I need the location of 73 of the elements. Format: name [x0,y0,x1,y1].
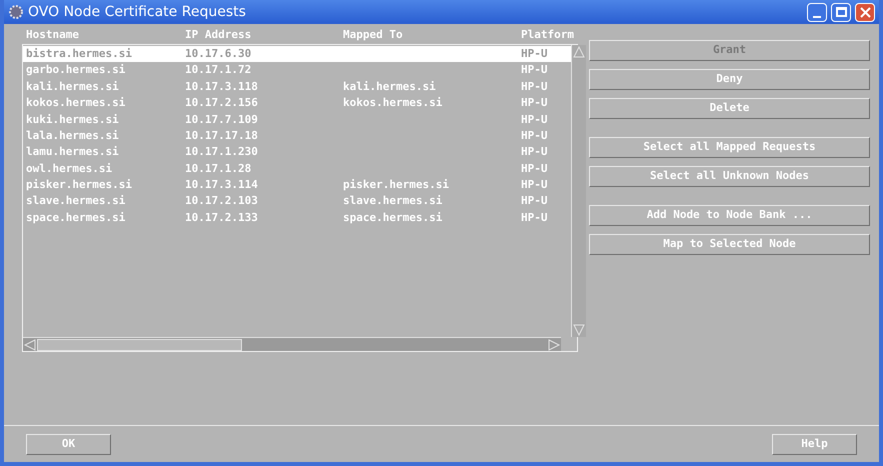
action-button[interactable]: Select all Unknown Nodes [589,166,870,187]
table-cell: space.hermes.si [343,210,442,224]
table-cell: 10.17.6.30 [185,46,252,60]
table-cell: HP-U [521,145,548,158]
action-button[interactable]: Delete [589,98,870,119]
table-cell: 10.17.7.109 [185,112,258,126]
help-button[interactable]: Help [772,434,857,454]
scroll-thumb[interactable] [37,338,242,350]
column-header: Mapped To [343,26,404,43]
close-icon [860,6,870,18]
action-button[interactable]: Deny [589,69,870,90]
table-cell: kuki.hermes.si [26,112,119,126]
table-cell: slave.hermes.si [26,194,126,208]
table-cell: HP-U [521,194,548,208]
table-cell: kokos.hermes.si [343,96,442,110]
table-row[interactable]: kuki.hermes.si 10.17.7.109 HP-U [23,112,571,128]
table-cell: HP-U [521,80,548,93]
table-cell: pisker.hermes.si [343,178,449,192]
table-row[interactable]: pisker.hermes.si 10.17.3.114 pisker.hermes.si HP-U [23,177,571,194]
down-arrow-icon [572,323,586,337]
table-row[interactable]: bistra.hermes.si 10.17.6.30 HP-U [23,46,571,62]
table-cell: bistra.hermes.si [26,46,132,60]
table-cell: 10.17.1.28 [185,162,252,175]
vertical-scrollbar[interactable] [571,45,586,337]
table-cell: HP-U [521,162,548,175]
up-arrow-icon [572,45,586,59]
table-row[interactable]: space.hermes.si 10.17.2.133 space.hermes.si HP-U [23,210,571,226]
table-row[interactable]: kokos.hermes.si 10.17.2.156 kokos.hermes.si HP-U [23,95,571,112]
table-cell: 10.17.1.72 [185,63,252,76]
table-cell: lala.hermes.si [26,128,119,142]
table-cell: kokos.hermes.si [26,96,126,110]
ok-button[interactable]: OK [26,434,111,454]
action-button[interactable]: Add Node to Node Bank ... [589,205,870,226]
table-row[interactable]: garbo.hermes.si 10.17.1.72 HP-U [23,62,571,79]
table-cell: 10.17.1.230 [185,145,258,158]
table-cell: kali.hermes.si [343,80,436,93]
left-arrow-icon [23,338,37,350]
table-row[interactable]: kali.hermes.si 10.17.3.118 kali.hermes.si HP-U [23,78,571,96]
minimize-button[interactable] [807,2,827,22]
table-cell: HP-U [521,128,548,142]
table-cell: pisker.hermes.si [26,178,132,192]
gear-icon [8,4,24,20]
close-button[interactable] [855,2,875,22]
column-header: IP Address [185,26,252,43]
table-row[interactable]: slave.hermes.si 10.17.2.103 slave.hermes.si HP-U [23,194,571,210]
table-cell: HP-U [521,96,548,110]
table-cell: garbo.hermes.si [26,63,126,76]
table-row[interactable]: lamu.hermes.si 10.17.1.230 HP-U [23,144,571,161]
table-cell: HP-U [521,178,548,192]
table-cell: 10.17.3.114 [185,178,258,192]
right-arrow-icon [547,338,561,350]
table-cell: HP-U [521,46,548,60]
action-button[interactable]: Select all Mapped Requests [589,137,870,158]
table-cell: HP-U [521,112,548,126]
table-cell: 10.17.2.156 [185,96,258,110]
table-cell: owl.hermes.si [26,162,112,175]
table-row[interactable]: owl.hermes.si 10.17.1.28 HP-U [23,160,571,178]
table-cell: 10.17.17.18 [185,128,258,142]
table-cell: HP-U [521,210,548,224]
table-cell: slave.hermes.si [343,194,442,208]
column-header: Hostname [26,26,80,43]
table-cell: kali.hermes.si [26,80,119,93]
horizontal-scrollbar[interactable] [23,337,561,351]
table-cell: 10.17.2.103 [185,194,258,208]
table-cell: 10.17.2.133 [185,210,258,224]
table-cell: lamu.hermes.si [26,145,119,158]
table-cell: space.hermes.si [26,210,126,224]
table-cell: 10.17.3.118 [185,80,258,93]
action-button[interactable]: Map to Selected Node [589,234,870,255]
table-row[interactable]: lala.hermes.si 10.17.17.18 HP-U [23,128,571,144]
maximize-button[interactable] [831,2,851,22]
table-cell: HP-U [521,63,548,76]
window-title: OVO Node Certificate Requests [28,2,247,22]
